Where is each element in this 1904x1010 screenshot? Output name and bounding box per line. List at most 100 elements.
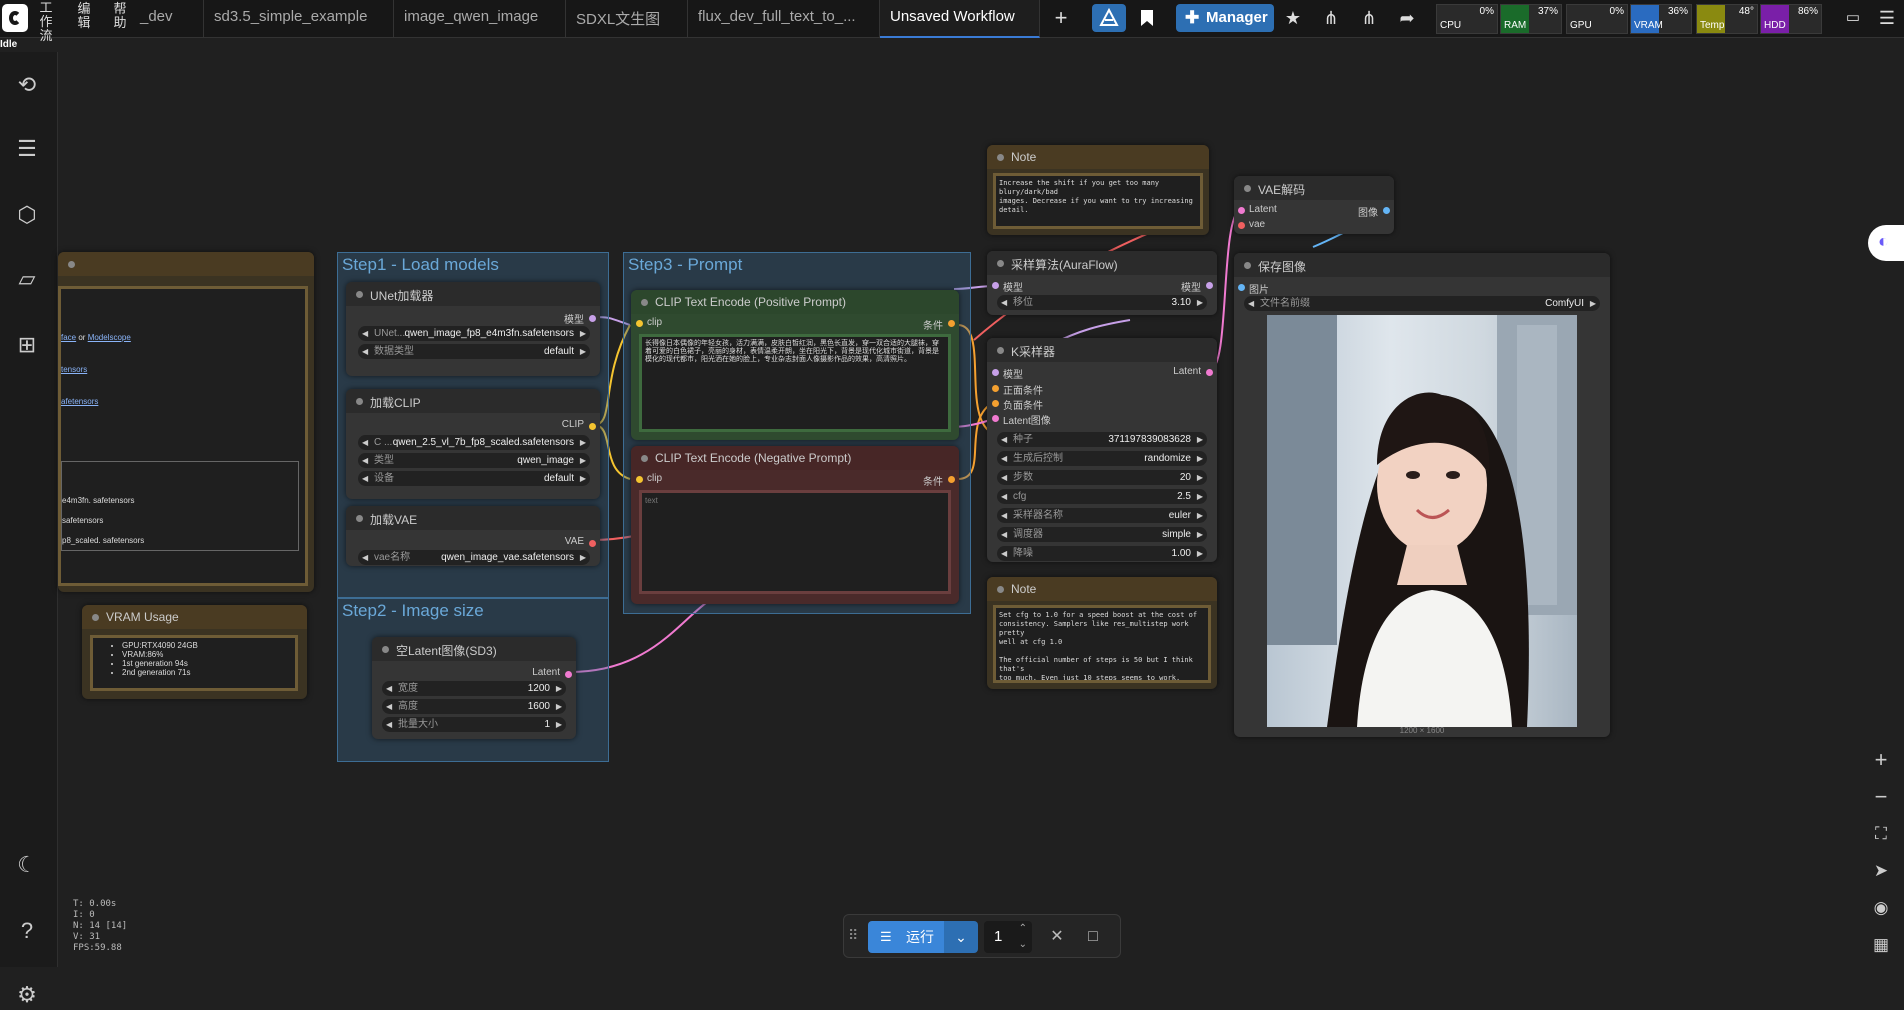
positive-prompt-textarea[interactable]: 长得像日本偶像的年轻女孩，活力满满，皮肤白皙红润，黑色长直发，穿一双合适的大腿袜…: [639, 334, 951, 432]
negative-clip-input-slot[interactable]: [636, 476, 643, 483]
auraflow-output-slot[interactable]: [1206, 282, 1213, 289]
note-cfg-text[interactable]: Set cfg to 1.0 for a speed boost at the …: [993, 605, 1211, 683]
zoom-out-icon[interactable]: −: [1866, 782, 1896, 812]
unet-name-widget[interactable]: UNet...qwen_image_fp8_e4m3fn.safetensors: [358, 326, 590, 341]
partial-note-header: [58, 252, 314, 276]
floating-assistant-badge[interactable]: ◐: [1868, 225, 1904, 261]
run-mode-dropdown[interactable]: ⌄: [944, 921, 978, 953]
positive-output-slot[interactable]: [948, 320, 955, 327]
note-cfg-title: Note: [987, 577, 1217, 601]
auraflow-title: 采样算法(AuraFlow): [987, 251, 1217, 275]
ksampler-widget[interactable]: 调度器 simple: [997, 527, 1207, 542]
ksampler-model-input-slot[interactable]: [992, 369, 999, 376]
unet-dtype-widget[interactable]: 数据类型 default: [358, 344, 590, 359]
negative-prompt-node[interactable]: CLIP Text Encode (Negative Prompt) clip …: [631, 446, 959, 604]
widget-value: euler: [1168, 510, 1191, 521]
negative-output-slot[interactable]: [948, 476, 955, 483]
stop-square-icon[interactable]: □: [1080, 921, 1106, 953]
generated-image-preview[interactable]: [1267, 315, 1577, 727]
ksampler-input-label: Latent图像: [1003, 416, 1051, 427]
vae-output-slot[interactable]: [589, 540, 596, 547]
vae-name-widget[interactable]: vae名称 qwen_image_vae.safetensors: [358, 550, 590, 565]
clip-output-slot[interactable]: [589, 423, 596, 430]
ksampler-widget[interactable]: 降噪 1.00: [997, 546, 1207, 561]
visibility-eye-icon[interactable]: ◉: [1866, 893, 1896, 923]
chevron-down-icon[interactable]: ⌄: [1019, 929, 1027, 961]
ksampler-widget[interactable]: 采样器名称 euler: [997, 508, 1207, 523]
note-cfg-node[interactable]: Note Set cfg to 1.0 for a speed boost at…: [987, 577, 1217, 689]
widget-value: 20: [1179, 472, 1191, 483]
vae-decode-vae-input-slot[interactable]: [1238, 222, 1245, 229]
widget-value: 1: [544, 719, 550, 730]
ksampler-widget[interactable]: 步数 20: [997, 470, 1207, 485]
unet-output-slot[interactable]: [589, 315, 596, 322]
positive-clip-input-slot[interactable]: [636, 320, 643, 327]
settings-gear-icon[interactable]: ⚙: [12, 980, 42, 1010]
note-shift-node[interactable]: Note Increase the shift if you get too m…: [987, 145, 1209, 235]
ksampler-widget[interactable]: cfg 2.5: [997, 489, 1207, 504]
auraflow-sampling-node[interactable]: 采样算法(AuraFlow) 模型 模型 移位 3.10: [987, 251, 1217, 315]
positive-prompt-node[interactable]: CLIP Text Encode (Positive Prompt) clip …: [631, 290, 959, 440]
link-huggingface[interactable]: face: [61, 333, 76, 342]
stat-v: V: 31: [73, 932, 101, 942]
widget-label: 生成后控制: [1013, 453, 1063, 464]
clip-loader-node[interactable]: 加载CLIP CLIP C ...qwen_2.5_vl_7b_fp8_scal…: [346, 389, 600, 499]
ksampler-node[interactable]: K采样器 模型 正面条件 负面条件 Latent图像 Latent 种子 3711…: [987, 338, 1217, 562]
link-model-2[interactable]: afetensors: [61, 397, 98, 407]
drag-handle-icon[interactable]: ⠿: [848, 927, 858, 944]
ksampler-latent-input-slot[interactable]: [992, 415, 999, 422]
ksampler-title: K采样器: [987, 338, 1217, 362]
save-image-input-slot[interactable]: [1238, 284, 1245, 291]
note-shift-text[interactable]: Increase the shift if you get too many b…: [993, 173, 1203, 229]
ksampler-widget[interactable]: 生成后控制 randomize: [997, 451, 1207, 466]
ksampler-output-slot[interactable]: [1206, 369, 1213, 376]
link-model-1[interactable]: tensors: [61, 365, 87, 375]
widget-label: 高度: [398, 701, 418, 712]
clip-name-widget[interactable]: C ...qwen_2.5_vl_7b_fp8_scaled.safetenso…: [358, 435, 590, 450]
vram-usage-item: VRAM:86%: [122, 650, 292, 659]
ksampler-positive-input-slot[interactable]: [992, 385, 999, 392]
clip-loader-title: 加载CLIP: [346, 389, 600, 413]
widget-value: 3.10: [1171, 297, 1191, 308]
vram-usage-item: 2nd generation 71s: [122, 668, 292, 677]
save-image-node[interactable]: 保存图像 图片 文件名前缀 ComfyUI 1200 × 1600: [1234, 253, 1610, 737]
widget-value: default: [543, 473, 574, 484]
vae-decode-output-slot[interactable]: [1383, 207, 1390, 214]
auraflow-model-input-slot[interactable]: [992, 282, 999, 289]
latent-batch-widget[interactable]: 批量大小 1: [382, 717, 566, 732]
widget-label: 种子: [1013, 434, 1033, 445]
fit-view-icon[interactable]: ⛶: [1866, 819, 1896, 849]
unet-loader-node[interactable]: UNet加载器 模型 UNet...qwen_image_fp8_e4m3fn.…: [346, 282, 600, 376]
file-entry: p8_scaled. safetensors: [62, 536, 145, 545]
filename-prefix-widget[interactable]: 文件名前缀 ComfyUI: [1244, 296, 1600, 311]
latent-output-slot[interactable]: [565, 671, 572, 678]
clip-device-widget[interactable]: 设备 default: [358, 471, 590, 486]
widget-label: 设备: [374, 473, 394, 484]
widget-value: 1200: [527, 683, 550, 694]
zoom-in-icon[interactable]: +: [1866, 745, 1896, 775]
minimap-icon[interactable]: ▦: [1866, 930, 1896, 960]
ksampler-input-label: 正面条件: [1003, 386, 1043, 397]
select-pointer-icon[interactable]: ➤: [1866, 856, 1896, 886]
clip-type-widget[interactable]: 类型 qwen_image: [358, 453, 590, 468]
link-modelscope[interactable]: Modelscope: [88, 333, 131, 342]
vram-usage-node[interactable]: VRAM Usage GPU:RTX4090 24GBVRAM:86%1st g…: [82, 605, 307, 699]
widget-label: 批量大小: [398, 719, 438, 730]
empty-latent-node[interactable]: 空Latent图像(SD3) Latent 宽度 1200 高度 1600 批量大小…: [372, 637, 576, 739]
partial-note-node[interactable]: face or Modelscope tensors afetensors e4…: [58, 252, 314, 592]
batch-count-input[interactable]: 1 ⌃ ⌄: [984, 921, 1032, 953]
auraflow-shift-widget[interactable]: 移位 3.10: [997, 295, 1207, 310]
ksampler-widget[interactable]: 种子 371197839083628: [997, 432, 1207, 447]
vae-decode-input-label: Latent: [1249, 204, 1277, 215]
cancel-icon[interactable]: ✕: [1044, 921, 1070, 953]
latent-height-widget[interactable]: 高度 1600: [382, 699, 566, 714]
widget-label: 采样器名称: [1013, 510, 1063, 521]
latent-width-widget[interactable]: 宽度 1200: [382, 681, 566, 696]
vae-decode-node[interactable]: VAE解码 Latent vae 图像: [1234, 176, 1394, 234]
run-button[interactable]: ☰ 运行: [868, 921, 944, 953]
ksampler-negative-input-slot[interactable]: [992, 400, 999, 407]
vae-decode-latent-input-slot[interactable]: [1238, 207, 1245, 214]
file-entry: e4m3fn. safetensors: [62, 496, 135, 505]
vae-loader-node[interactable]: 加载VAE VAE vae名称 qwen_image_vae.safetensor…: [346, 506, 600, 566]
negative-prompt-textarea[interactable]: text: [639, 490, 951, 594]
